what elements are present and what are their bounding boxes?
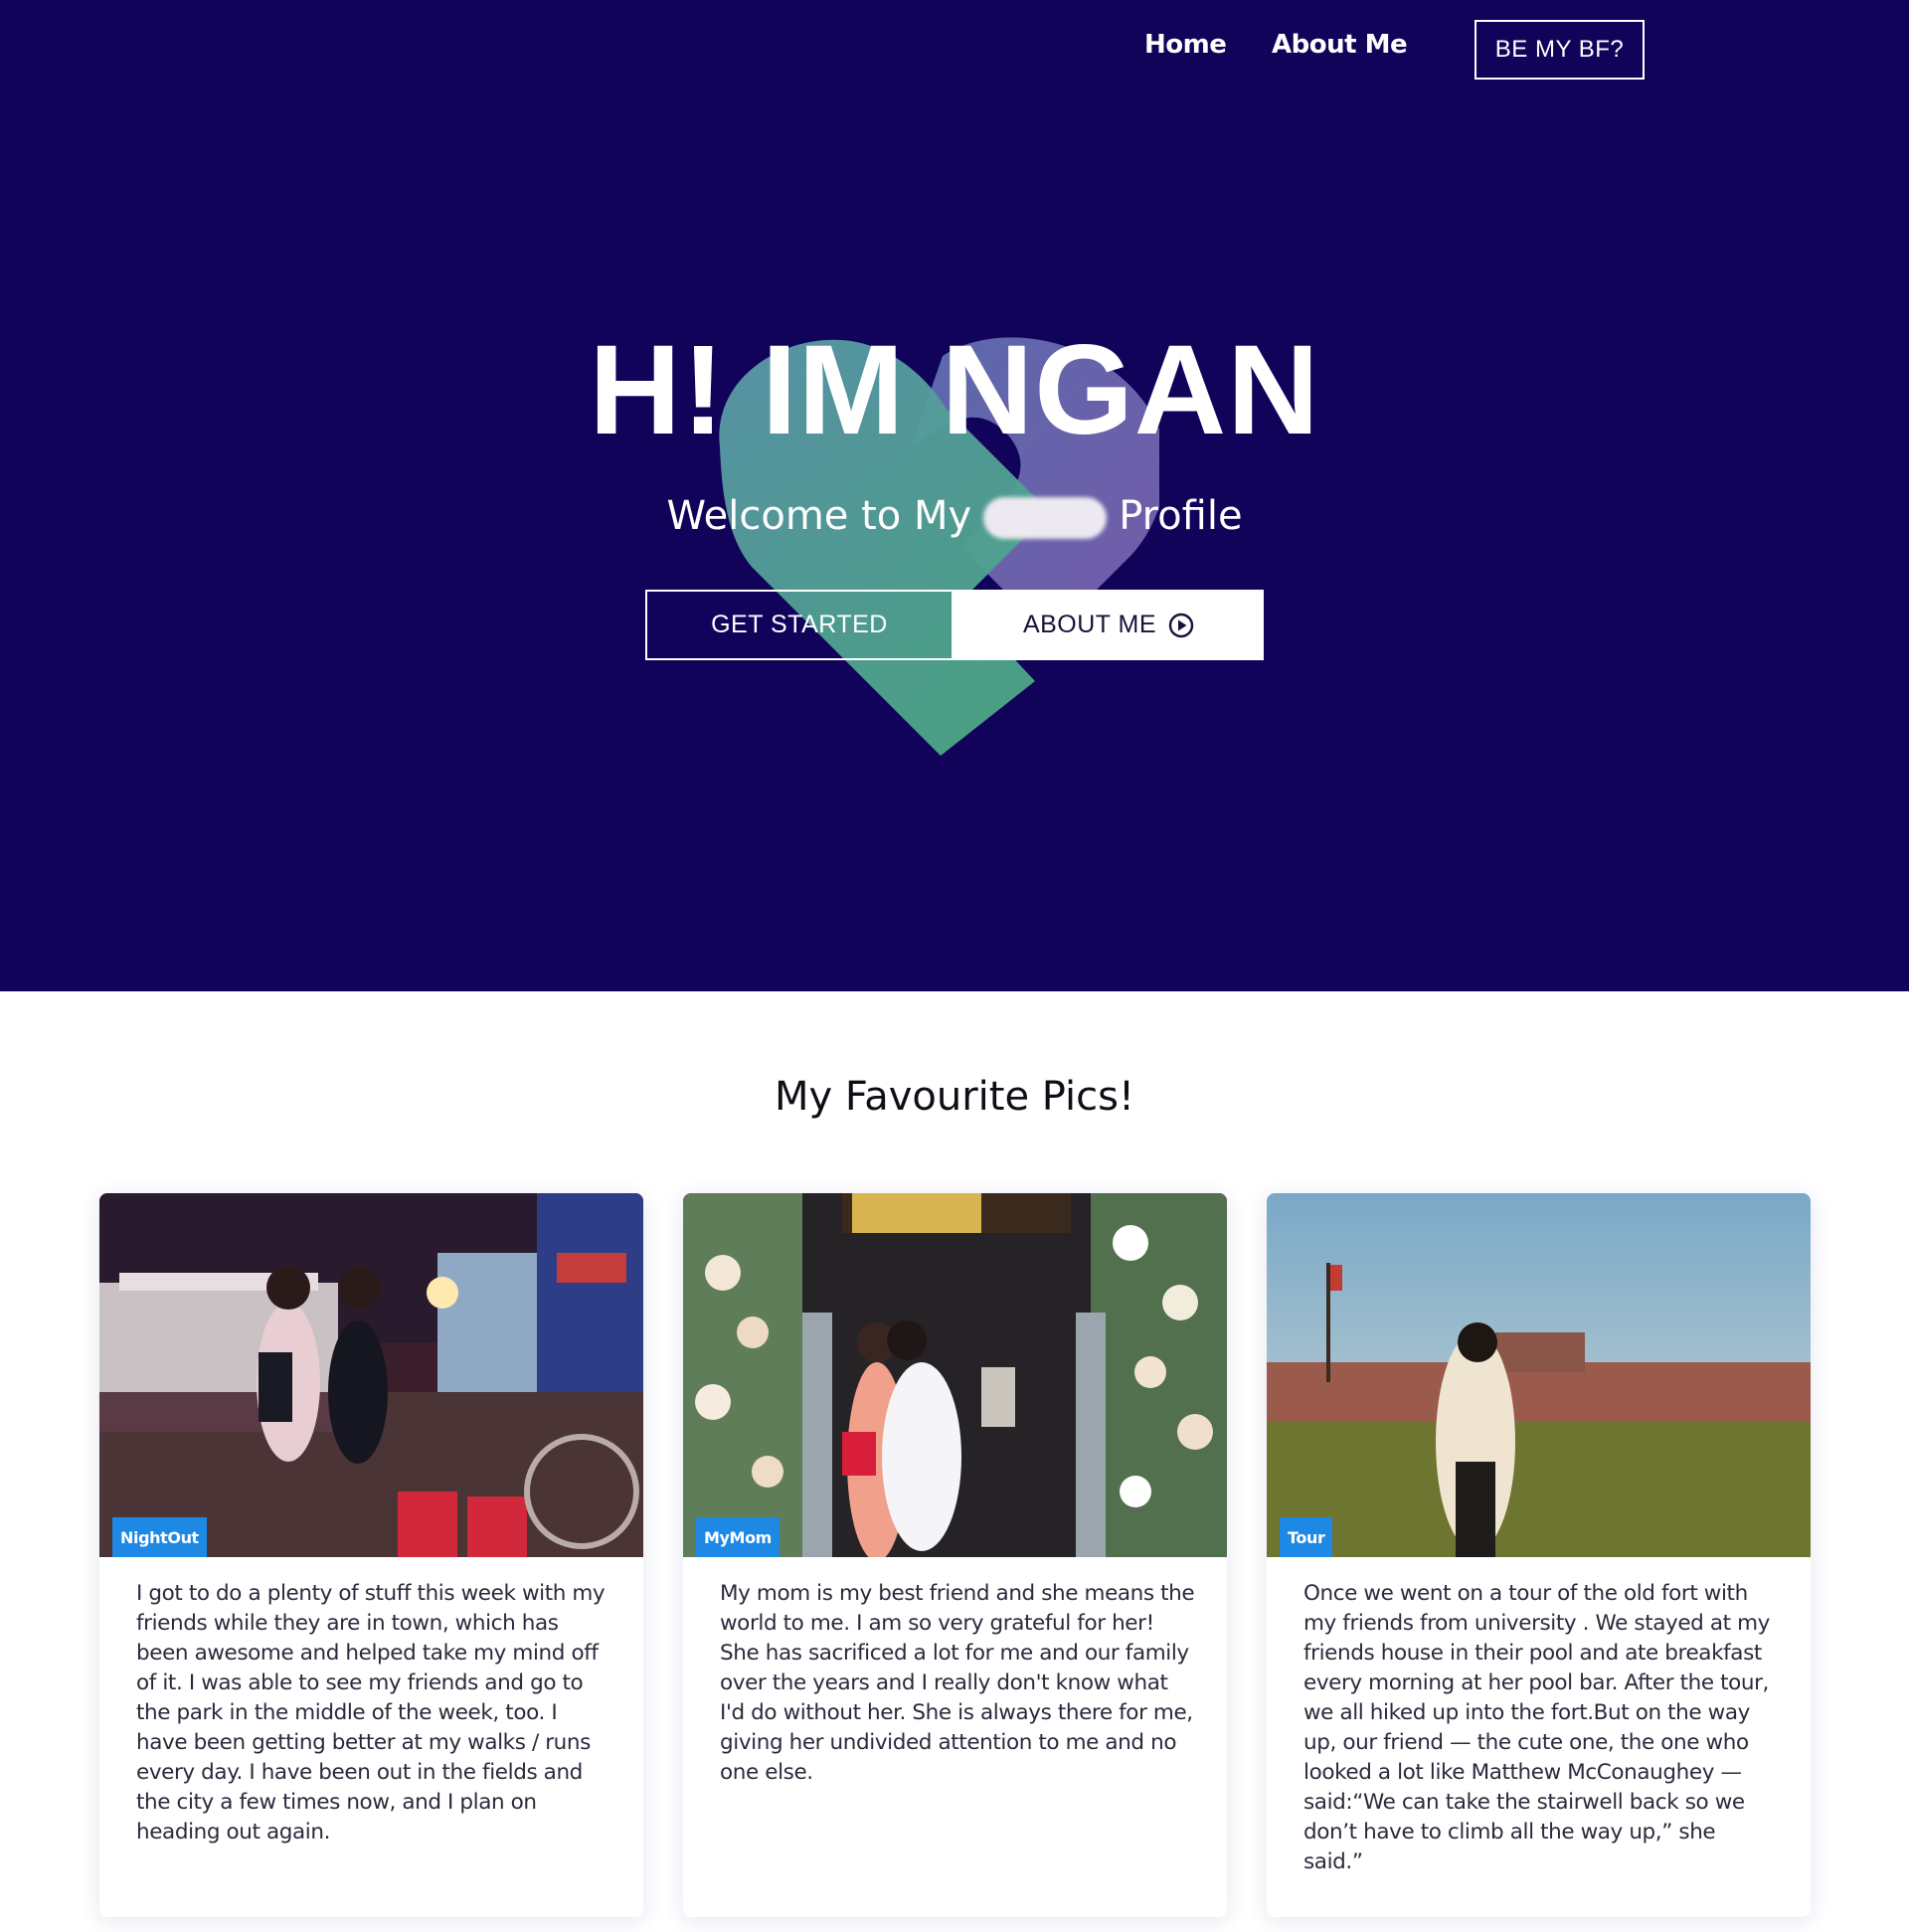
section-title: My Favourite Pics! [774,1074,1135,1120]
nightout-description: I got to do a plenty of stuff this week … [136,1581,606,1844]
top-nav: Home About Me BE MY BF? [0,0,1909,99]
about-me-button[interactable]: ABOUT ME [954,590,1264,660]
be-my-bf-button[interactable]: BE MY BF? [1475,20,1645,80]
tour-tag[interactable]: Tour [1280,1517,1333,1557]
pics-card-grid: NightOut I got to do a plenty of stuff t… [99,1193,1812,1917]
pic-card-mymom[interactable]: MyMom My mom is my best friend and she m… [683,1193,1227,1917]
hero-buttons: GET STARTED ABOUT ME [645,590,1264,660]
nightout-photo [99,1193,643,1557]
hero-section: Home About Me BE MY BF? H! IM NGAN Welco… [0,0,1909,991]
subtitle-after: Profile [1119,493,1243,539]
mymom-description: My mom is my best friend and she means t… [720,1581,1195,1785]
nav-about-link[interactable]: About Me [1272,30,1408,60]
about-me-label: ABOUT ME [1022,611,1157,638]
pic-card-nightout[interactable]: NightOut I got to do a plenty of stuff t… [99,1193,643,1917]
hero-title: H! IM NGAN [589,319,1320,461]
redacted-word [983,497,1108,539]
subtitle-before: Welcome to My [666,493,972,539]
hero-subtitle: Welcome to My Profile [0,493,1909,539]
nightout-tag[interactable]: NightOut [112,1517,207,1557]
play-circle-icon [1168,613,1194,637]
tour-description: Once we went on a tour of the old fort w… [1303,1581,1770,1874]
nav-home-link[interactable]: Home [1144,30,1227,60]
pic-card-tour[interactable]: Tour Once we went on a tour of the old f… [1267,1193,1811,1917]
get-started-button[interactable]: GET STARTED [645,590,954,660]
mymom-photo [683,1193,1227,1557]
mymom-tag[interactable]: MyMom [696,1517,780,1557]
tour-photo [1267,1193,1811,1557]
